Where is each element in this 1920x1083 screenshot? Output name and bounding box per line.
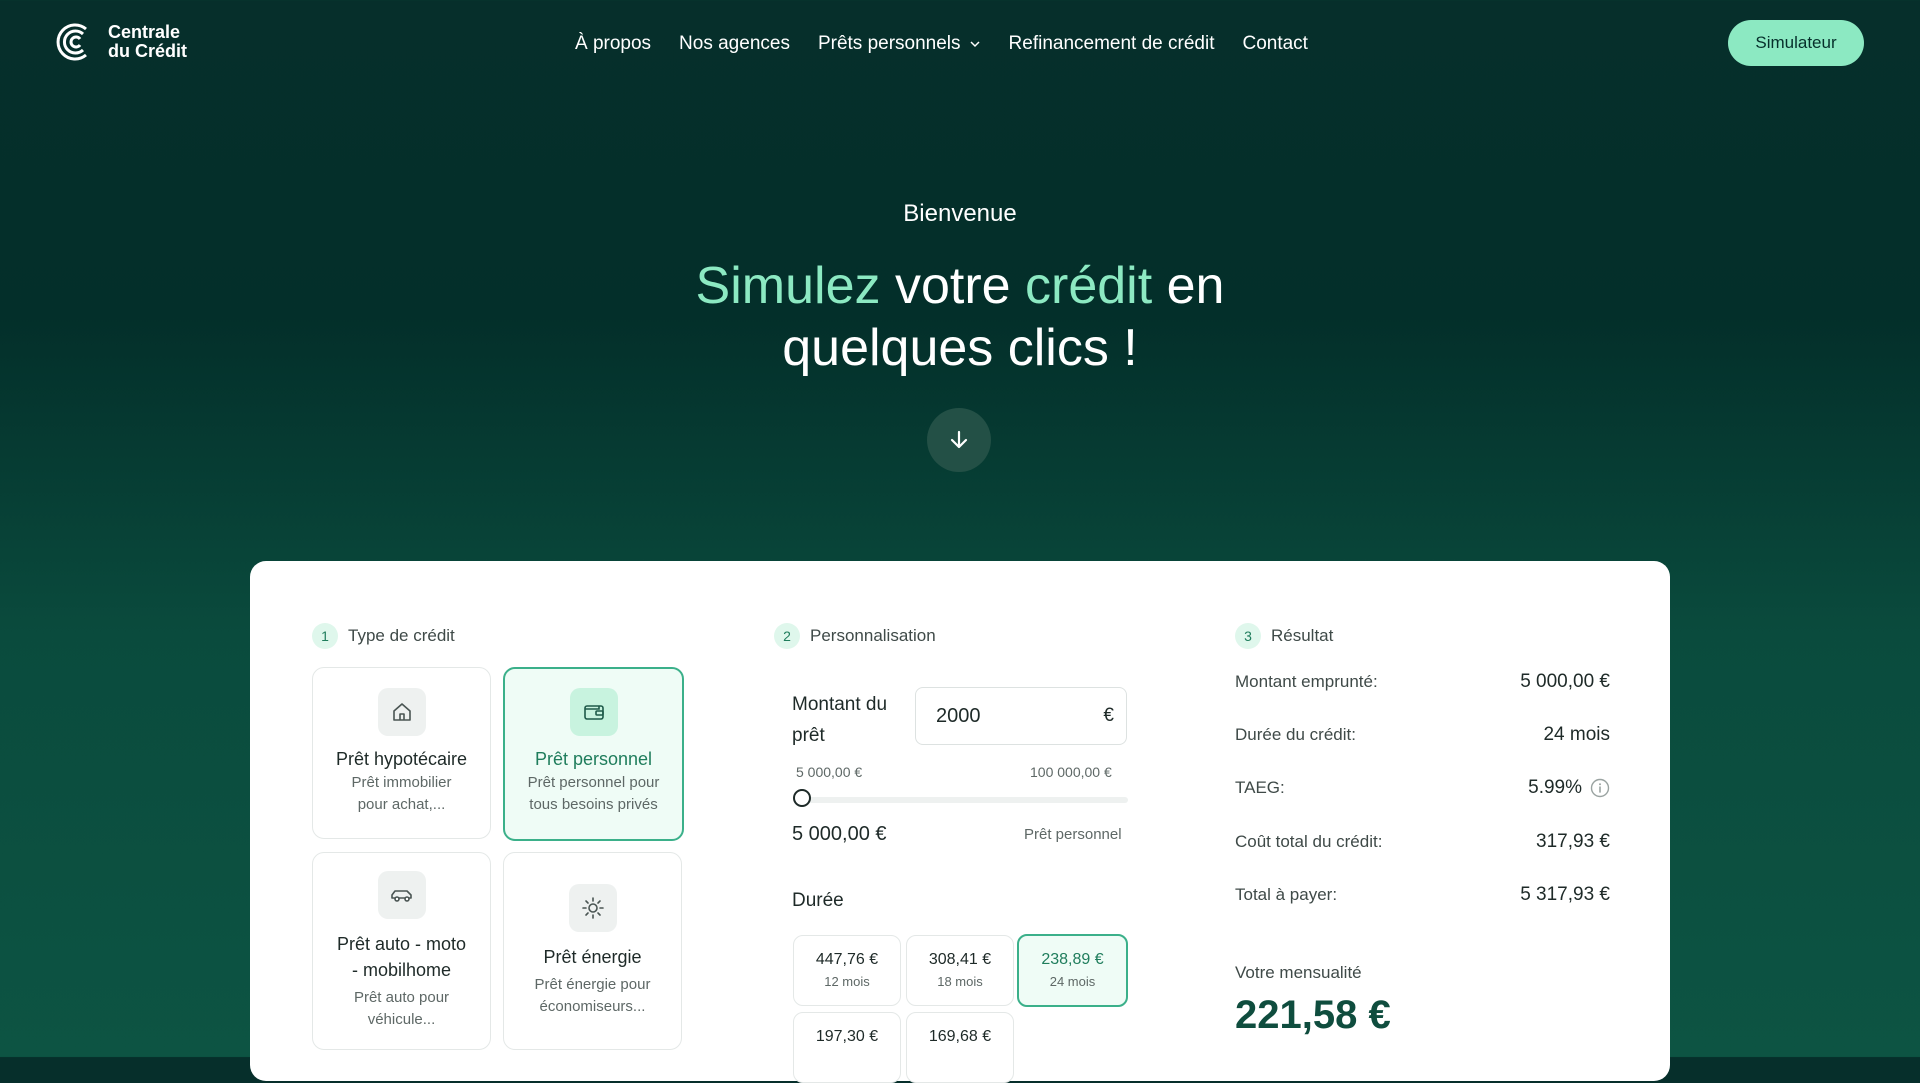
result-value-group: 5.99% (1528, 777, 1610, 799)
nav-item-prets-label: Prêts personnels (817, 33, 961, 54)
result-label: Durée du crédit: (1235, 725, 1356, 744)
credit-type-desc-1: Prêt énergie pour (534, 976, 651, 993)
currency-symbol: € (1103, 705, 1114, 726)
main-nav: À propos Nos agences Prêts personnels Re… (575, 33, 1308, 55)
hero-title-highlight-1: Simulez (695, 257, 881, 315)
duration-months: 12 mois (824, 974, 870, 989)
credit-type-title-2: - mobilhome (351, 960, 452, 980)
brand-name: Centrale du Crédit (108, 23, 187, 61)
credit-type-personnel[interactable]: Prêt personnel Prêt personnel pour tous … (503, 667, 684, 841)
nav-item-refinancement[interactable]: Refinancement de crédit (1009, 33, 1215, 55)
result-value: 317,93 € (1536, 831, 1610, 852)
hero-title: Simulez votre crédit en quelques clics ! (0, 255, 1920, 379)
logo-mark-icon (56, 23, 87, 61)
duration-months: 24 mois (1049, 974, 1096, 989)
amount-label-line-2: prêt (792, 725, 825, 746)
credit-type-desc-2: tous besoins privés (529, 796, 658, 813)
duration-amount: 169,68 € (928, 1028, 992, 1045)
duration-option-12[interactable]: 447,76 € 12 mois (793, 935, 901, 1006)
amount-label-line-1: Montant du (792, 694, 888, 715)
step-number: 1 (312, 623, 338, 649)
result-label: Coût total du crédit: (1235, 832, 1383, 851)
simulator-button[interactable]: Simulateur (1728, 20, 1864, 66)
credit-type-desc-2: économiseurs... (539, 998, 646, 1015)
duration-amount: 197,30 € (815, 1028, 879, 1045)
chevron-down-icon (970, 41, 980, 48)
result-label: TAEG: (1235, 778, 1285, 797)
duration-label: Durée (792, 890, 844, 911)
credit-type-title-1: Prêt auto - moto (336, 934, 467, 954)
duration-option-36[interactable]: 169,68 € (906, 1012, 1014, 1083)
credit-type-hypothecaire[interactable]: Prêt hypotécaire Prêt immobilier pour ac… (312, 667, 491, 839)
hero-welcome: Bienvenue (903, 200, 1017, 227)
credit-type-desc-1: Prêt personnel pour (527, 774, 660, 791)
car-icon (377, 871, 426, 919)
credit-type-desc-2: pour achat,... (357, 796, 446, 813)
amount-slider-track[interactable] (796, 797, 1128, 803)
result-value: 5 000,00 € (1520, 671, 1610, 692)
credit-type-desc-1: Prêt auto pour (353, 989, 450, 1006)
slider-min-label: 5 000,00 € (796, 764, 863, 780)
monthly-payment-value: 221,58 € (1235, 993, 1391, 1037)
duration-option-18[interactable]: 308,41 € 18 mois (906, 935, 1014, 1006)
result-row-taeg: TAEG: 5.99% (1235, 777, 1610, 799)
scroll-down-button[interactable] (927, 408, 991, 472)
result-value: 24 mois (1543, 724, 1610, 745)
step-personnalisation-header: 2 Personnalisation (774, 623, 936, 649)
step-label: Type de crédit (348, 626, 455, 645)
nav-item-agences[interactable]: Nos agences (679, 33, 790, 55)
duration-amount: 238,89 € (1041, 951, 1104, 968)
amount-field[interactable]: € (915, 687, 1127, 745)
duration-months: 18 mois (937, 974, 983, 989)
home-icon (377, 688, 426, 736)
result-label: Montant emprunté: (1235, 672, 1378, 691)
nav-item-prets-personnels[interactable]: Prêts personnels (818, 33, 981, 55)
hero-title-line-2: quelques clics ! (782, 319, 1138, 377)
hero-title-text-1: votre (880, 257, 1025, 315)
result-value: 5 317,93 € (1520, 884, 1610, 905)
loan-type-label: Prêt personnel (1024, 826, 1122, 843)
duration-option-24[interactable]: 238,89 € 24 mois (1017, 934, 1128, 1007)
amount-label: Montant du prêt (792, 689, 887, 751)
credit-type-title: Prêt hypotécaire (335, 749, 468, 769)
hero-title-text-2: en (1152, 257, 1225, 315)
credit-type-desc-2: véhicule... (367, 1011, 436, 1028)
current-amount: 5 000,00 € (792, 823, 887, 845)
step-label: Résultat (1271, 626, 1334, 645)
credit-type-title: Prêt énergie (543, 947, 642, 967)
info-icon[interactable] (1590, 778, 1610, 798)
result-row-montant: Montant emprunté: 5 000,00 € (1235, 671, 1610, 693)
amount-slider-thumb[interactable] (793, 789, 811, 807)
brand-logo[interactable]: Centrale du Crédit (54, 20, 187, 64)
wallet-icon (569, 688, 618, 736)
step-number: 2 (774, 623, 800, 649)
result-row-duree: Durée du crédit: 24 mois (1235, 724, 1610, 746)
monthly-payment-label: Votre mensualité (1235, 963, 1362, 982)
result-value: 5.99% (1528, 777, 1582, 798)
arrow-down-icon (950, 430, 968, 449)
slider-max-label: 100 000,00 € (1030, 764, 1112, 780)
result-row-cout: Coût total du crédit: 317,93 € (1235, 831, 1610, 853)
result-row-total: Total à payer: 5 317,93 € (1235, 884, 1610, 906)
amount-input[interactable] (934, 703, 1088, 729)
credit-type-title: Prêt personnel (534, 749, 653, 769)
step-label: Personnalisation (810, 626, 936, 645)
result-label: Total à payer: (1235, 885, 1338, 904)
brand-line-2: du Crédit (108, 41, 187, 61)
duration-amount: 447,76 € (815, 951, 879, 968)
simulator-card: 1 Type de crédit Prêt hypotécaire Prêt i… (250, 561, 1670, 1083)
step-resultat-header: 3 Résultat (1235, 623, 1333, 649)
nav-item-a-propos[interactable]: À propos (575, 33, 651, 55)
duration-amount: 308,41 € (928, 951, 992, 968)
hero-title-highlight-2: crédit (1025, 257, 1153, 315)
sun-icon (568, 884, 617, 932)
duration-option-30[interactable]: 197,30 € (793, 1012, 901, 1083)
credit-type-energie[interactable]: Prêt énergie Prêt énergie pour économise… (503, 852, 682, 1050)
nav-item-contact[interactable]: Contact (1242, 33, 1307, 55)
step-type-header: 1 Type de crédit (312, 623, 455, 649)
credit-type-desc-1: Prêt immobilier (351, 774, 452, 791)
credit-type-auto[interactable]: Prêt auto - moto - mobilhome Prêt auto p… (312, 852, 491, 1050)
brand-line-1: Centrale (108, 22, 181, 42)
step-number: 3 (1235, 623, 1261, 649)
